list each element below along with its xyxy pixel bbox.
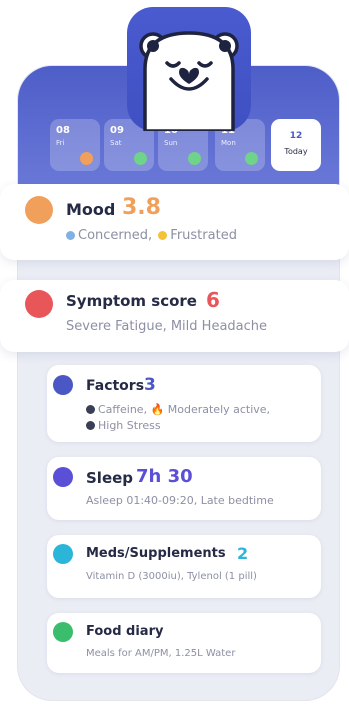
day-name: Fri <box>56 139 65 147</box>
symptom-value: 6 <box>206 288 220 312</box>
mood-items: Concerned, Frustrated <box>66 228 237 243</box>
coffee-emoji-icon <box>86 405 95 414</box>
mood-face-icon <box>188 152 201 165</box>
mood-card[interactable]: Mood 3.8 Concerned, Frustrated <box>0 184 349 260</box>
day-today[interactable]: 12 Today <box>271 119 321 171</box>
mood-value: 3.8 <box>122 195 161 220</box>
day-name: Mon <box>221 139 236 147</box>
food-diary-card[interactable]: Food diary Meals for AM/PM, 1.25L Water <box>47 613 321 673</box>
mood-face-icon <box>134 152 147 165</box>
day-fri[interactable]: 08 Fri <box>50 119 100 171</box>
pill-icon <box>53 544 73 564</box>
symptom-score-card[interactable]: Symptom score 6 Severe Fatigue, Mild Hea… <box>0 280 349 352</box>
factors-card[interactable]: Factors 3 Caffeine, 🔥 Moderately active,… <box>47 365 321 442</box>
symptom-detail: Severe Fatigue, Mild Headache <box>66 319 268 334</box>
frustrated-emoji-icon <box>158 231 168 240</box>
sleep-title: Sleep <box>86 469 134 487</box>
mood-face-icon <box>80 152 93 165</box>
sleep-value: 7h 30 <box>136 466 193 487</box>
factors-title: Factors <box>86 378 145 394</box>
food-detail: Meals for AM/PM, 1.25L Water <box>86 648 236 659</box>
sleep-detail: Asleep 01:40-09:20, Late bedtime <box>86 494 274 507</box>
mood-icon <box>25 196 53 224</box>
moon-icon <box>53 467 73 487</box>
factors-icon <box>53 375 73 395</box>
meds-title: Meds/Supplements <box>86 546 226 561</box>
concerned-emoji-icon <box>66 231 75 240</box>
sleep-card[interactable]: Sleep 7h 30 Asleep 01:40-09:20, Late bed… <box>47 457 321 520</box>
day-name: Sun <box>164 139 178 147</box>
factors-value: 3 <box>144 375 156 395</box>
day-number: 12 <box>289 131 303 141</box>
food-title: Food diary <box>86 624 164 639</box>
symptom-icon <box>25 290 53 318</box>
food-icon <box>53 622 73 642</box>
symptom-title: Symptom score <box>66 292 197 310</box>
meds-detail: Vitamin D (3000iu), Tylenol (1 pill) <box>86 571 257 582</box>
day-name: Sat <box>110 139 122 147</box>
meds-value: 2 <box>237 544 249 563</box>
factors-line2: High Stress <box>86 419 161 432</box>
bear-logo-icon <box>127 7 251 131</box>
day-number: 09 <box>110 125 124 136</box>
stress-emoji-icon <box>86 421 95 430</box>
today-label: Today <box>284 147 308 156</box>
factors-line1: Caffeine, 🔥 Moderately active, <box>86 403 270 416</box>
mood-face-icon <box>245 152 258 165</box>
day-number: 08 <box>56 125 70 136</box>
mood-title: Mood <box>66 200 116 219</box>
meds-card[interactable]: Meds/Supplements 2 Vitamin D (3000iu), T… <box>47 535 321 598</box>
